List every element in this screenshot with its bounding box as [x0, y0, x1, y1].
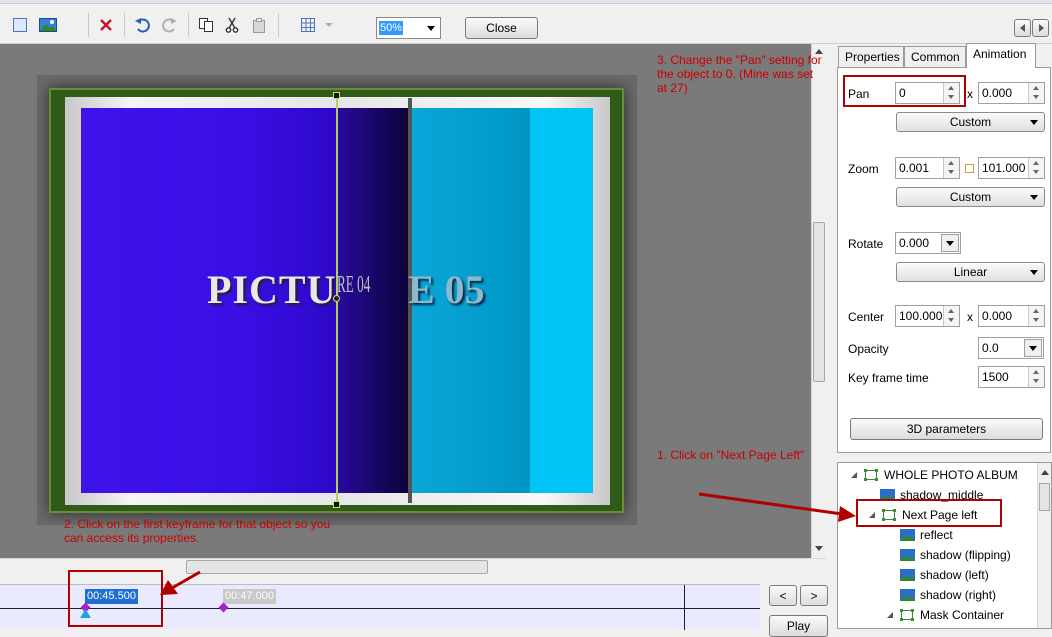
selection-handle[interactable] — [333, 501, 340, 508]
zoom-select[interactable]: 50% — [376, 17, 441, 39]
toolbar: 50% Close — [0, 4, 1052, 44]
image-icon[interactable] — [38, 15, 58, 35]
zoom-lock-checkbox[interactable] — [965, 164, 974, 173]
tab-properties[interactable]: Properties — [838, 46, 904, 68]
tree-scrollbar[interactable] — [1037, 463, 1051, 628]
undo-icon[interactable] — [132, 15, 152, 35]
chevron-down-icon — [427, 26, 435, 31]
center-separator: x — [967, 310, 973, 324]
tree-item-mask-container[interactable]: Mask Container — [886, 605, 1004, 625]
preview-canvas[interactable]: PICTU RE 04 E 05 — [0, 44, 811, 558]
selection-handle[interactable] — [333, 92, 340, 99]
3d-parameters-button[interactable]: 3D parameters — [850, 418, 1043, 440]
scroll-thumb[interactable] — [186, 560, 488, 574]
frame-icon — [900, 609, 914, 621]
highlight-box-keyframe — [68, 570, 163, 627]
keyframe-time-2[interactable]: 00:47.000 — [223, 589, 276, 604]
pan-y-input[interactable]: 0.000 — [978, 82, 1045, 104]
tree-item-shadow-flipping[interactable]: shadow (flipping) — [900, 545, 1011, 565]
tab-common[interactable]: Common — [904, 46, 966, 68]
page-flipping — [337, 108, 408, 493]
scroll-up-icon[interactable] — [1041, 469, 1049, 475]
toolbar-separator — [88, 13, 89, 37]
annotation-step-1: 1. Click on "Next Page Left" — [657, 448, 805, 462]
object-tree[interactable]: WHOLE PHOTO ALBUM shadow_middle Next Pag… — [837, 462, 1052, 629]
tree-collapse-icon[interactable] — [850, 471, 858, 479]
tree-item-shadow-left[interactable]: shadow (left) — [900, 565, 989, 585]
redo-icon[interactable] — [160, 15, 180, 35]
tree-item-shadow-right[interactable]: shadow (right) — [900, 585, 996, 605]
highlight-box-pan — [843, 75, 966, 107]
keyframe-time-label: Key frame time — [848, 371, 929, 385]
toolbar-separator — [188, 13, 189, 37]
pan-mode-select[interactable]: Custom — [896, 112, 1045, 132]
close-button[interactable]: Close — [465, 17, 538, 39]
opacity-input[interactable]: 0.0 — [978, 337, 1044, 359]
scroll-down-icon[interactable] — [815, 546, 823, 552]
animation-properties-panel: Pan 0 x 0.000 Custom Zoom 0.001 101.000 … — [837, 67, 1051, 453]
tree-collapse-icon[interactable] — [886, 611, 894, 619]
scroll-left-button[interactable] — [1014, 19, 1031, 37]
toolbar-separator — [124, 13, 125, 37]
center-handle[interactable] — [333, 295, 340, 302]
scroll-thumb[interactable] — [813, 222, 825, 382]
delete-icon[interactable] — [96, 15, 116, 35]
center-x-input[interactable]: 100.000 — [895, 305, 960, 327]
canvas-title-flipped: RE 04 — [337, 272, 371, 298]
tab-animation[interactable]: Animation — [966, 43, 1036, 68]
canvas-title-right: E 05 — [408, 267, 485, 312]
image-icon — [900, 549, 915, 561]
zoom-label: Zoom — [848, 162, 879, 176]
chevron-down-icon[interactable] — [319, 15, 339, 35]
image-icon — [900, 589, 915, 601]
grid-icon[interactable] — [298, 15, 318, 35]
scroll-thumb[interactable] — [1039, 483, 1050, 511]
annotation-step-2: 2. Click on the first keyframe for that … — [64, 517, 331, 545]
canvas-vertical-scrollbar[interactable] — [811, 44, 826, 558]
keyframe-marker-2[interactable] — [218, 602, 229, 613]
new-icon[interactable] — [10, 15, 30, 35]
scroll-right-button[interactable] — [1032, 19, 1049, 37]
keyframe-time-input[interactable]: 1500 — [978, 366, 1045, 388]
center-label: Center — [848, 310, 885, 324]
image-icon — [900, 529, 915, 541]
play-button[interactable]: Play — [769, 615, 828, 637]
frame-icon — [864, 469, 878, 481]
next-keyframe-button[interactable]: > — [800, 585, 828, 606]
timeline-end-marker — [684, 585, 685, 630]
rotate-input[interactable]: 0.000 — [895, 232, 961, 254]
rotate-label: Rotate — [848, 237, 884, 251]
tree-item-whole-photo-album[interactable]: WHOLE PHOTO ALBUM — [850, 465, 1018, 485]
copy-icon[interactable] — [196, 15, 216, 35]
zoom-y-input[interactable]: 101.000 — [978, 157, 1045, 179]
paste-icon[interactable] — [249, 15, 269, 35]
toolbar-separator — [278, 13, 279, 37]
zoom-x-input[interactable]: 0.001 — [895, 157, 960, 179]
cut-icon[interactable] — [222, 15, 242, 35]
page-right-edge — [530, 108, 593, 493]
opacity-label: Opacity — [848, 342, 889, 356]
image-icon — [900, 569, 915, 581]
canvas-title-left: PICTU — [207, 267, 337, 312]
prev-keyframe-button[interactable]: < — [769, 585, 797, 606]
highlight-box-next-page — [856, 499, 1002, 527]
center-y-input[interactable]: 0.000 — [978, 305, 1045, 327]
zoom-value: 50% — [379, 21, 404, 35]
tree-item-reflect[interactable]: reflect — [900, 525, 953, 545]
annotation-step-3: 3. Change the "Pan" setting for the obje… — [657, 53, 822, 95]
pan-separator: x — [967, 87, 973, 101]
rotate-mode-select[interactable]: Linear — [896, 262, 1045, 282]
zoom-mode-select[interactable]: Custom — [896, 187, 1045, 207]
